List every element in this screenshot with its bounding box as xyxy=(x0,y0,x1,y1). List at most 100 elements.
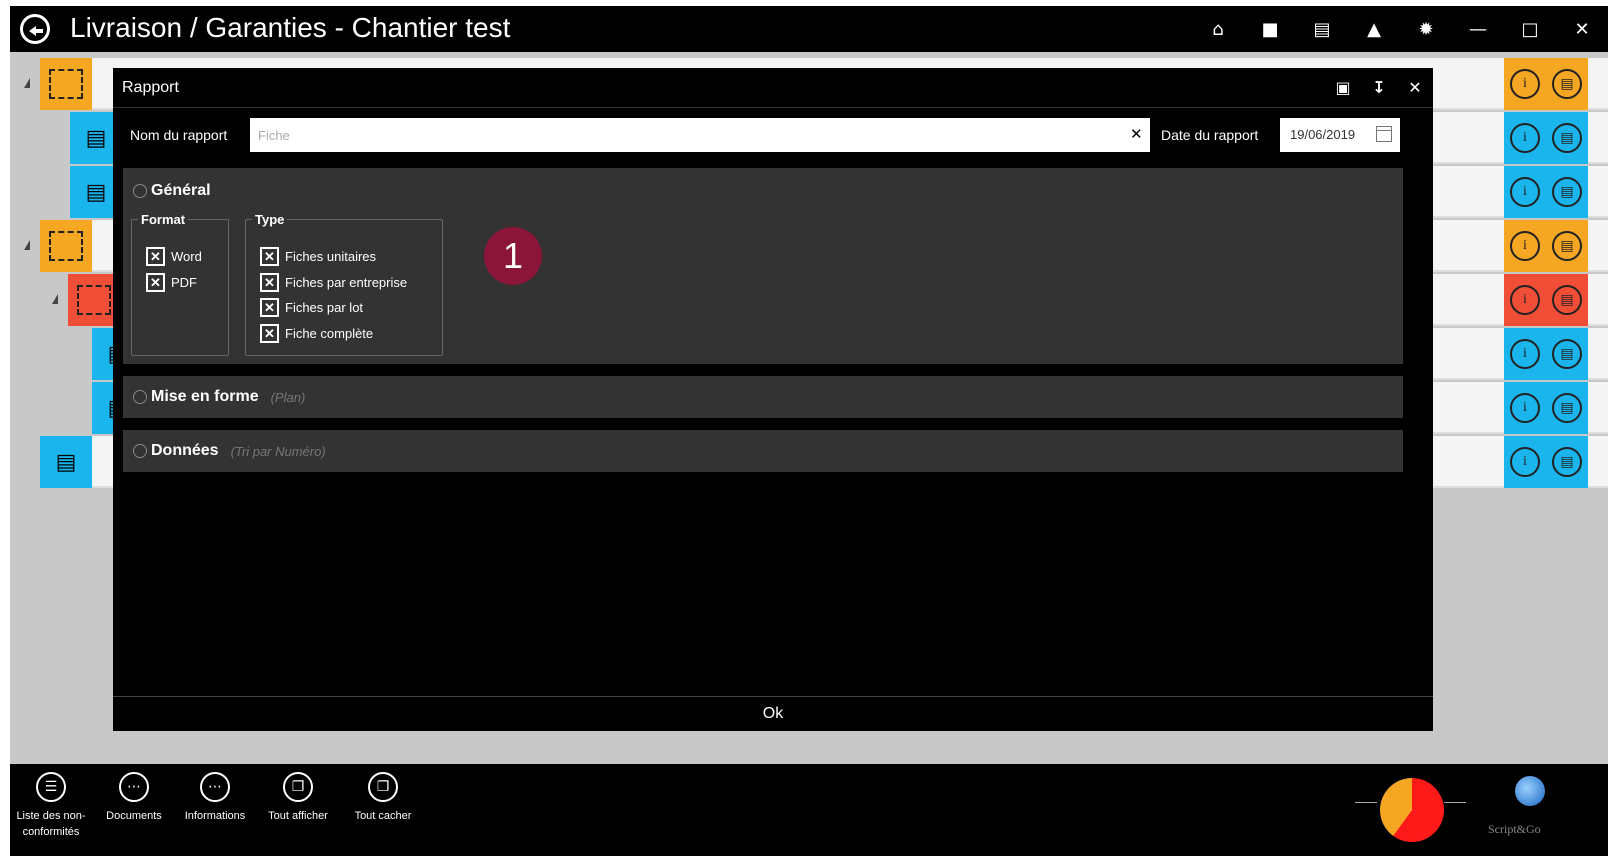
documents-button[interactable]: ⋯ Documents xyxy=(92,772,176,824)
list-icon: ☰ xyxy=(36,772,66,802)
checkbox-word[interactable]: ✕ Word xyxy=(146,245,202,267)
section-donnees-header[interactable]: Données (Tri par Numéro) xyxy=(133,442,326,460)
report-name-row: Nom du rapport ✕ Date du rapport 19/06/2… xyxy=(130,118,1420,152)
info-icon[interactable]: i xyxy=(1510,177,1540,207)
ok-button[interactable]: Ok xyxy=(113,697,1433,731)
report-name-input[interactable] xyxy=(250,118,1150,152)
toolbar-label: Liste des non-conformités xyxy=(16,810,86,838)
report-icon[interactable]: ▤ xyxy=(1552,285,1582,315)
map-icon: ▤ xyxy=(40,436,92,488)
save-icon[interactable]: ▣ xyxy=(1333,76,1353,98)
brand-logo: Script&Go xyxy=(1488,822,1541,836)
bottom-toolbar: ☰ Liste des non-conformités ⋯ Documents … xyxy=(10,764,1608,856)
back-arrow-icon[interactable] xyxy=(20,14,50,44)
info-icon[interactable]: i xyxy=(1510,393,1540,423)
report-icon[interactable]: ▤ xyxy=(1552,339,1582,369)
report-icon[interactable]: ▤ xyxy=(1552,123,1582,153)
info-icon[interactable]: i xyxy=(1510,231,1540,261)
maximize-icon[interactable]: □ xyxy=(1504,6,1556,52)
dialog-header: Rapport ▣ ↧ ✕ xyxy=(113,68,1433,108)
pie-leader-line xyxy=(1355,802,1377,803)
zone-icon xyxy=(40,220,92,272)
info-icon[interactable]: i xyxy=(1510,285,1540,315)
section-mise-en-forme-header[interactable]: Mise en forme (Plan) xyxy=(133,388,305,406)
checkbox-label: Fiche complète xyxy=(285,325,374,341)
row-actions: i ▤ xyxy=(1504,166,1588,218)
checkbox-fiche-complete[interactable]: ✕ Fiche complète xyxy=(260,322,373,344)
title-bar: Livraison / Garanties - Chantier test ⌂ … xyxy=(10,6,1608,52)
dialog-header-actions: ▣ ↧ ✕ xyxy=(1333,76,1425,98)
report-date-label: Date du rapport xyxy=(1161,127,1259,143)
report-icon[interactable]: ▤ xyxy=(1552,177,1582,207)
home-icon[interactable]: ⌂ xyxy=(1192,6,1244,52)
checkbox-fiches-par-entreprise[interactable]: ✕ Fiches par entreprise xyxy=(260,271,407,293)
checkbox-label: Fiches par entreprise xyxy=(285,274,408,290)
callout-badge: 1 xyxy=(484,227,542,285)
dialog-title: Rapport xyxy=(122,79,179,96)
informations-button[interactable]: ⋯ Informations xyxy=(173,772,257,824)
report-icon[interactable]: ▤ xyxy=(1552,447,1582,477)
app-window: Livraison / Garanties - Chantier test ⌂ … xyxy=(10,6,1608,856)
expand-icon xyxy=(133,390,147,404)
copy-icon: ❐ xyxy=(368,772,398,802)
report-icon[interactable]: ▤ xyxy=(1552,69,1582,99)
section-general-title: Général xyxy=(151,182,211,199)
checkbox-checked-icon: ✕ xyxy=(260,297,279,317)
copy-icon: ❐ xyxy=(283,772,313,802)
section-mise-en-forme-subtitle: (Plan) xyxy=(270,389,306,405)
globe-icon[interactable] xyxy=(1515,776,1545,806)
expand-triangle-icon[interactable] xyxy=(52,294,58,304)
pin-icon[interactable]: ↧ xyxy=(1369,76,1389,98)
document-icon[interactable]: ▤ xyxy=(1296,6,1348,52)
window-title: Livraison / Garanties - Chantier test xyxy=(70,12,511,43)
calendar-icon[interactable] xyxy=(1376,126,1392,142)
toolbar-label: Tout cacher xyxy=(354,810,412,822)
checkbox-fiches-par-lot[interactable]: ✕ Fiches par lot xyxy=(260,296,363,318)
checkbox-pdf-label: PDF xyxy=(171,274,197,290)
expand-icon xyxy=(133,444,147,458)
progress-pie-chart[interactable] xyxy=(1380,778,1444,842)
info-icon[interactable]: i xyxy=(1510,69,1540,99)
clear-icon[interactable]: ✕ xyxy=(1130,125,1143,143)
toolbar-label: Documents xyxy=(106,810,162,822)
checkbox-label: Fiches par lot xyxy=(285,299,364,315)
checkbox-pdf[interactable]: ✕ PDF xyxy=(146,271,197,293)
close-icon[interactable]: ✕ xyxy=(1556,6,1608,52)
title-bar-actions: ⌂ ■ ▤ ▲ ✹ — □ ✕ xyxy=(1192,6,1608,52)
folder-icon[interactable]: ■ xyxy=(1244,6,1296,52)
section-mise-en-forme[interactable]: Mise en forme (Plan) xyxy=(123,376,1403,418)
minimize-icon[interactable]: — xyxy=(1452,6,1504,52)
zone-icon xyxy=(40,58,92,110)
row-actions: i ▤ xyxy=(1504,58,1588,110)
checkbox-checked-icon: ✕ xyxy=(260,323,279,343)
checkbox-word-label: Word xyxy=(171,248,202,264)
report-icon[interactable]: ▤ xyxy=(1552,231,1582,261)
toolbar-label: Informations xyxy=(184,810,246,822)
report-icon[interactable]: ▤ xyxy=(1552,393,1582,423)
row-actions: i ▤ xyxy=(1504,436,1588,488)
info-icon[interactable]: i xyxy=(1510,123,1540,153)
section-general: Général Format ✕ Word ✕ PDF Type ✕ Fiche… xyxy=(123,168,1403,364)
checkbox-label: Fiches unitaires xyxy=(285,248,377,264)
section-donnees[interactable]: Données (Tri par Numéro) xyxy=(123,430,1403,472)
row-actions: i ▤ xyxy=(1504,274,1588,326)
user-icon[interactable]: ▲ xyxy=(1348,6,1400,52)
hide-all-button[interactable]: ❐ Tout cacher xyxy=(341,772,425,824)
show-all-button[interactable]: ❐ Tout afficher xyxy=(256,772,340,824)
row-actions: i ▤ xyxy=(1504,220,1588,272)
nonconformity-list-button[interactable]: ☰ Liste des non-conformités xyxy=(10,772,93,840)
info-icon[interactable]: i xyxy=(1510,339,1540,369)
checkbox-checked-icon: ✕ xyxy=(260,246,279,266)
report-date-field[interactable]: 19/06/2019 xyxy=(1280,118,1400,152)
report-date-value: 19/06/2019 xyxy=(1290,127,1356,142)
section-donnees-subtitle: (Tri par Numéro) xyxy=(230,443,326,459)
close-icon[interactable]: ✕ xyxy=(1405,76,1425,98)
pie-leader-line xyxy=(1444,802,1466,803)
checkbox-fiches-unitaires[interactable]: ✕ Fiches unitaires xyxy=(260,245,376,267)
expand-triangle-icon[interactable] xyxy=(24,78,30,88)
info-icon[interactable]: i xyxy=(1510,447,1540,477)
section-general-header[interactable]: Général xyxy=(133,182,211,200)
settings-icon[interactable]: ✹ xyxy=(1400,6,1452,52)
expand-triangle-icon[interactable] xyxy=(24,240,30,250)
dialog-footer: Ok xyxy=(113,696,1433,731)
